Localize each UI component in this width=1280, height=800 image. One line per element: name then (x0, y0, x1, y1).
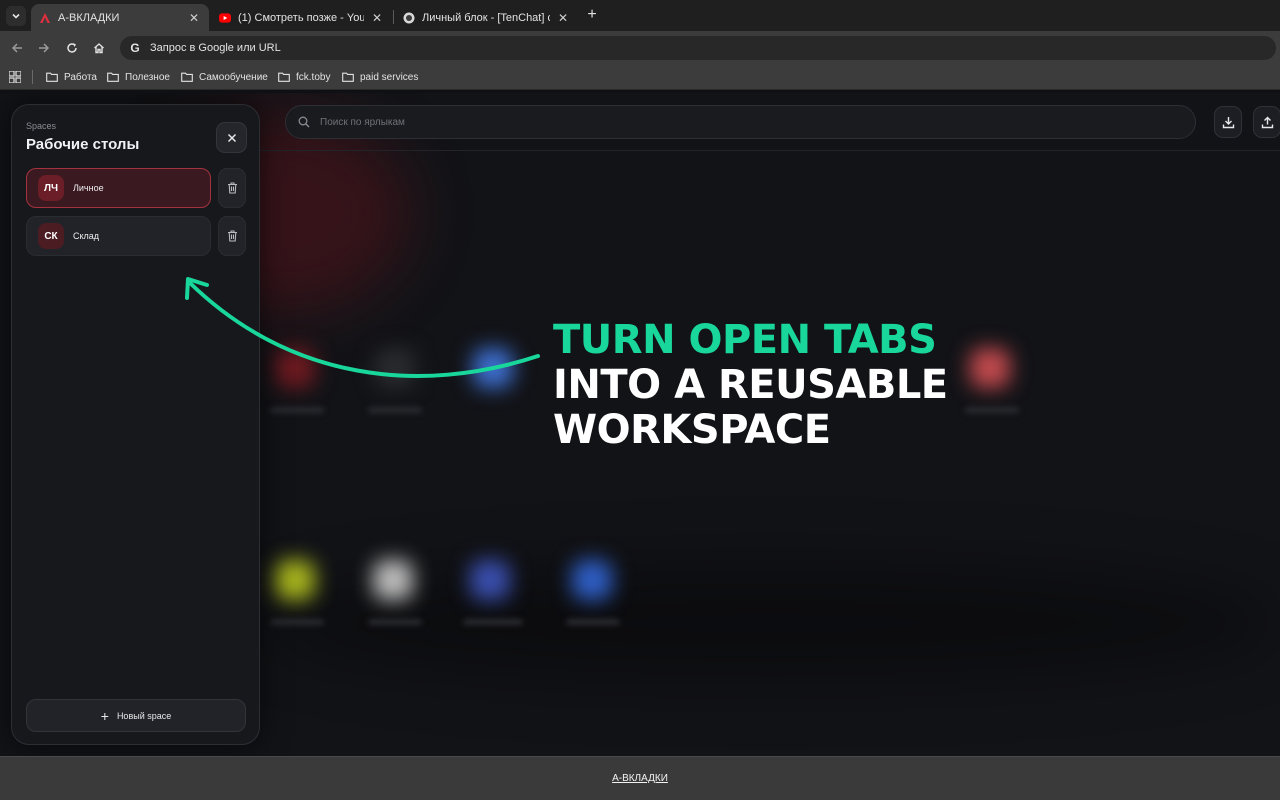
new-tab-icon[interactable]: + (584, 7, 600, 23)
chevron-down-icon (12, 13, 20, 19)
tab-title: Личный блок - [TenChat] стать (422, 11, 550, 24)
omnibox[interactable]: G Запрос в Google или URL (120, 36, 1276, 60)
close-icon (227, 133, 236, 142)
shortcut-label (566, 619, 620, 625)
folder-icon (107, 72, 119, 82)
apps-grid-icon[interactable] (9, 71, 21, 83)
shortcut-tile (275, 560, 315, 600)
tenchat-icon (403, 12, 415, 24)
trash-icon (227, 230, 237, 242)
shortcut-tile (473, 348, 513, 388)
folder-icon (342, 72, 354, 82)
shortcut-label (270, 407, 324, 413)
search-icon (298, 116, 310, 128)
bookmark-folder-samoobuchenie[interactable]: Самообучение (181, 69, 268, 85)
folder-icon (181, 72, 193, 82)
bookmark-folder-rabota[interactable]: Работа (46, 69, 97, 85)
headline-line-3: WORKSPACE (553, 407, 831, 453)
close-icon[interactable]: ✕ (187, 11, 201, 25)
space-badge: СК (38, 223, 64, 249)
tab-a-vkladki[interactable]: А-ВКЛАДКИ ✕ (31, 4, 209, 31)
forward-icon[interactable] (35, 39, 53, 57)
close-panel-button[interactable] (216, 122, 247, 153)
header-divider (260, 150, 1280, 151)
a-vkladki-icon (39, 12, 51, 24)
shortcut-tile (373, 560, 413, 600)
headline-line-2: INTO A REUSABLE (553, 362, 948, 408)
home-icon[interactable] (90, 39, 108, 57)
panel-title: Рабочие столы (26, 136, 140, 153)
shortcut-label (368, 407, 422, 413)
folder-icon (278, 72, 290, 82)
shortcut-label (965, 407, 1019, 413)
tab-title: А-ВКЛАДКИ (58, 11, 120, 24)
tab-search-button[interactable] (6, 6, 26, 26)
bookmark-label: Самообучение (199, 71, 268, 83)
upload-icon (1261, 116, 1273, 128)
shortcut-label (368, 619, 422, 625)
promo-headline: TURN OPEN TABS INTO A REUSABLE WORKSPACE (553, 318, 973, 453)
shortcut-label (270, 619, 324, 625)
footer-link[interactable]: А-ВКЛАДКИ (612, 773, 668, 784)
tab-strip: А-ВКЛАДКИ ✕ (1) Смотреть позже - YouTube… (0, 0, 1280, 31)
export-button[interactable] (1253, 106, 1280, 138)
shortcut-tile (970, 348, 1010, 388)
shortcut-tile (375, 348, 415, 388)
space-badge: ЛЧ (38, 175, 64, 201)
tab-tenchat[interactable]: Личный блок - [TenChat] стать ✕ (395, 4, 578, 31)
space-name: Личное (73, 183, 104, 193)
google-icon: G (130, 41, 140, 55)
space-name: Склад (73, 231, 100, 241)
footer: А-ВКЛАДКИ (0, 756, 1280, 800)
delete-space-button[interactable] (218, 216, 246, 256)
bookmark-folder-poleznoe[interactable]: Полезное (107, 69, 170, 85)
plus-icon: + (100, 707, 109, 724)
bookmark-label: paid services (360, 71, 419, 83)
bookmark-folder-paid-services[interactable]: paid services (342, 69, 418, 85)
shortcut-tile (572, 560, 612, 600)
search-placeholder: Поиск по ярлыкам (320, 116, 405, 128)
headline-line-1: TURN OPEN TABS (553, 317, 937, 363)
tab-youtube[interactable]: (1) Смотреть позже - YouTube ✕ (211, 4, 392, 31)
shortcut-label (463, 619, 523, 625)
space-item-sklad[interactable]: СК Склад (26, 216, 211, 256)
close-icon[interactable]: ✕ (370, 11, 384, 25)
shortcut-tile (275, 348, 315, 388)
omnibox-placeholder: Запрос в Google или URL (150, 42, 281, 54)
panel-kicker: Spaces (26, 121, 57, 131)
import-button[interactable] (1214, 106, 1242, 138)
download-icon (1222, 116, 1234, 128)
youtube-icon (219, 12, 231, 24)
new-space-button[interactable]: + Новый space (26, 699, 246, 732)
delete-space-button[interactable] (218, 168, 246, 208)
space-item-lichnoe[interactable]: ЛЧ Личное (26, 168, 211, 208)
new-space-label: Новый space (116, 710, 172, 721)
trash-icon (227, 182, 237, 194)
spaces-panel: Spaces Рабочие столы ЛЧ Личное СК Склад … (11, 104, 260, 745)
bookmark-label: Полезное (125, 71, 170, 83)
reload-icon[interactable] (63, 39, 81, 57)
bookmarks-separator (32, 70, 33, 84)
back-icon[interactable] (8, 39, 26, 57)
shortcut-tile (470, 560, 510, 600)
toolbar: G Запрос в Google или URL (0, 31, 1280, 64)
bookmark-label: fck.toby (296, 71, 331, 83)
tab-separator (393, 10, 394, 24)
bookmark-label: Работа (64, 71, 97, 83)
tab-title: (1) Смотреть позже - YouTube (238, 11, 364, 24)
bookmarks-bar: Работа Полезное Самообучение fck.toby pa… (0, 64, 1280, 90)
bookmark-folder-fck-toby[interactable]: fck.toby (278, 69, 330, 85)
folder-icon (46, 72, 58, 82)
close-icon[interactable]: ✕ (556, 11, 570, 25)
shortcut-search-input[interactable]: Поиск по ярлыкам (285, 105, 1196, 139)
